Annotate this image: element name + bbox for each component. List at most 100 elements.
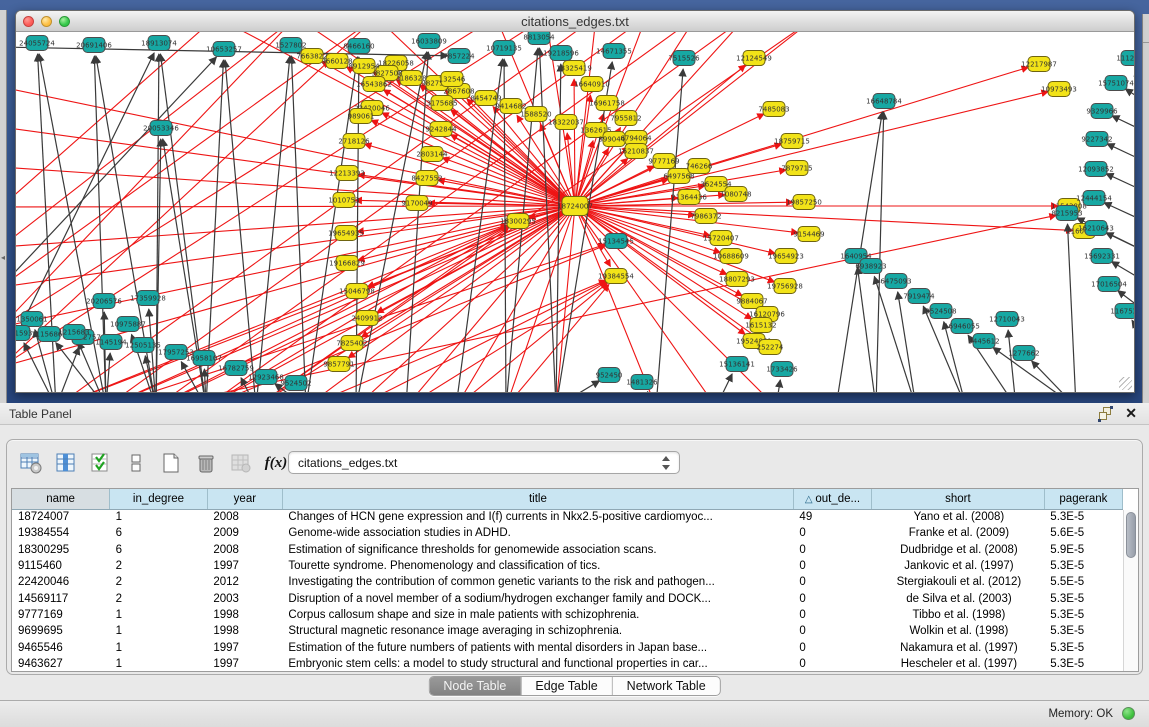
table-row[interactable]: 1456911722003Disruption of a novel membe…: [12, 590, 1123, 606]
table-cell[interactable]: 5.3E-5: [1044, 607, 1122, 623]
table-cell[interactable]: Estimation of significance thresholds fo…: [282, 542, 793, 558]
table-cell[interactable]: Franke et al. (2009): [872, 525, 1045, 541]
table-cell[interactable]: 5.3E-5: [1044, 656, 1122, 672]
import-table-icon[interactable]: [229, 451, 253, 475]
window-titlebar[interactable]: citations_edges.txt: [16, 11, 1134, 32]
table-cell[interactable]: 5.3E-5: [1044, 590, 1122, 606]
table-cell[interactable]: 0: [793, 574, 871, 590]
table-cell[interactable]: 1998: [207, 607, 282, 623]
table-cell[interactable]: 9777169: [12, 607, 110, 623]
table-cell[interactable]: 1: [110, 656, 208, 672]
table-cell[interactable]: Jankovic et al. (1997): [872, 558, 1045, 574]
table-cell[interactable]: Corpus callosum shape and size in male p…: [282, 607, 793, 623]
table-cell[interactable]: 1: [110, 607, 208, 623]
tab-node-table[interactable]: Node Table: [429, 677, 521, 695]
table-cell[interactable]: 1: [110, 623, 208, 639]
column-header-name[interactable]: name: [12, 489, 110, 509]
table-scrollbar[interactable]: [1123, 510, 1138, 672]
table-cell[interactable]: Changes of HCN gene expression and I(f) …: [282, 509, 793, 525]
column-header-out_de[interactable]: △ out_de...: [793, 489, 871, 509]
table-cell[interactable]: 1: [110, 509, 208, 525]
table-cell[interactable]: 0: [793, 542, 871, 558]
delete-table-icon[interactable]: [194, 451, 218, 475]
merge-rows-icon[interactable]: [124, 451, 148, 475]
table-cell[interactable]: 0: [793, 607, 871, 623]
table-row[interactable]: 2242004622012Investigating the contribut…: [12, 574, 1123, 590]
table-cell[interactable]: Tibbo et al. (1998): [872, 607, 1045, 623]
table-cell[interactable]: 5.3E-5: [1044, 558, 1122, 574]
table-cell[interactable]: 2009: [207, 525, 282, 541]
table-cell[interactable]: 5.3E-5: [1044, 623, 1122, 639]
table-row[interactable]: 1830029562008Estimation of significance …: [12, 542, 1123, 558]
table-cell[interactable]: 2: [110, 558, 208, 574]
table-cell[interactable]: 5.9E-5: [1044, 542, 1122, 558]
window-resize-grip[interactable]: [1119, 377, 1132, 390]
table-cell[interactable]: 5.5E-5: [1044, 574, 1122, 590]
tab-network-table[interactable]: Network Table: [613, 677, 720, 695]
table-cell[interactable]: 2008: [207, 509, 282, 525]
select-columns-icon[interactable]: [89, 451, 113, 475]
table-cell[interactable]: 6: [110, 525, 208, 541]
table-cell[interactable]: 2003: [207, 590, 282, 606]
table-cell[interactable]: Embryonic stem cells: a model to study s…: [282, 656, 793, 672]
table-row[interactable]: 1938455462009Genome-wide association stu…: [12, 525, 1123, 541]
table-cell[interactable]: 2012: [207, 574, 282, 590]
table-cell[interactable]: 1: [110, 639, 208, 655]
table-cell[interactable]: 5.3E-5: [1044, 509, 1122, 525]
table-cell[interactable]: Structural magnetic resonance image aver…: [282, 623, 793, 639]
table-cell[interactable]: 0: [793, 525, 871, 541]
column-header-pagerank[interactable]: pagerank: [1044, 489, 1122, 509]
table-cell[interactable]: de Silva et al. (2003): [872, 590, 1045, 606]
table-cell[interactable]: Investigating the contribution of common…: [282, 574, 793, 590]
table-cell[interactable]: 9115460: [12, 558, 110, 574]
table-row[interactable]: 1872400712008Changes of HCN gene express…: [12, 509, 1123, 525]
network-canvas[interactable]: 1872400718300295193845549777169649756874…: [16, 32, 1134, 392]
table-cell[interactable]: 19384554: [12, 525, 110, 541]
table-row[interactable]: 969969511998Structural magnetic resonanc…: [12, 623, 1123, 639]
table-column-icon[interactable]: [54, 451, 78, 475]
column-header-in_degree[interactable]: in_degree: [110, 489, 208, 509]
table-cell[interactable]: 49: [793, 509, 871, 525]
new-table-icon[interactable]: [159, 451, 183, 475]
table-cell[interactable]: Stergiakouli et al. (2012): [872, 574, 1045, 590]
table-selector-dropdown[interactable]: citations_edges.txt: [288, 451, 680, 474]
panel-collapse-handle[interactable]: ◂: [1, 253, 6, 262]
table-cell[interactable]: Dudbridge et al. (2008): [872, 542, 1045, 558]
table-cell[interactable]: Genome-wide association studies in ADHD.: [282, 525, 793, 541]
table-cell[interactable]: 18300295: [12, 542, 110, 558]
table-row[interactable]: 946554611997Estimation of the future num…: [12, 639, 1123, 655]
table-cell[interactable]: Nakamura et al. (1997): [872, 639, 1045, 655]
table-cell[interactable]: 5.3E-5: [1044, 639, 1122, 655]
table-cell[interactable]: 22420046: [12, 574, 110, 590]
table-cell[interactable]: 1998: [207, 623, 282, 639]
table-cell[interactable]: 0: [793, 558, 871, 574]
table-cell[interactable]: 0: [793, 656, 871, 672]
table-cell[interactable]: 5.6E-5: [1044, 525, 1122, 541]
table-cell[interactable]: Wolkin et al. (1998): [872, 623, 1045, 639]
table-cell[interactable]: 18724007: [12, 509, 110, 525]
table-cell[interactable]: 0: [793, 639, 871, 655]
table-cell[interactable]: 0: [793, 590, 871, 606]
table-settings-icon[interactable]: [19, 451, 43, 475]
float-panel-icon[interactable]: [1099, 407, 1113, 421]
table-row[interactable]: 946362711997Embryonic stem cells: a mode…: [12, 656, 1123, 672]
table-cell[interactable]: 9463627: [12, 656, 110, 672]
table-cell[interactable]: Yano et al. (2008): [872, 509, 1045, 525]
table-cell[interactable]: 2: [110, 590, 208, 606]
table-cell[interactable]: 1997: [207, 558, 282, 574]
table-cell[interactable]: 2008: [207, 542, 282, 558]
tab-edge-table[interactable]: Edge Table: [521, 677, 612, 695]
table-cell[interactable]: 1997: [207, 639, 282, 655]
table-cell[interactable]: Estimation of the future numbers of pati…: [282, 639, 793, 655]
table-cell[interactable]: 2: [110, 574, 208, 590]
table-cell[interactable]: Disruption of a novel member of a sodium…: [282, 590, 793, 606]
table-scrollbar-thumb[interactable]: [1126, 512, 1136, 558]
table-cell[interactable]: 1997: [207, 656, 282, 672]
table-cell[interactable]: Hescheler et al. (1997): [872, 656, 1045, 672]
table-row[interactable]: 977716911998Corpus callosum shape and si…: [12, 607, 1123, 623]
column-header-year[interactable]: year: [207, 489, 282, 509]
table-cell[interactable]: 0: [793, 623, 871, 639]
table-cell[interactable]: 9699695: [12, 623, 110, 639]
table-cell[interactable]: 6: [110, 542, 208, 558]
column-header-title[interactable]: title: [282, 489, 793, 509]
